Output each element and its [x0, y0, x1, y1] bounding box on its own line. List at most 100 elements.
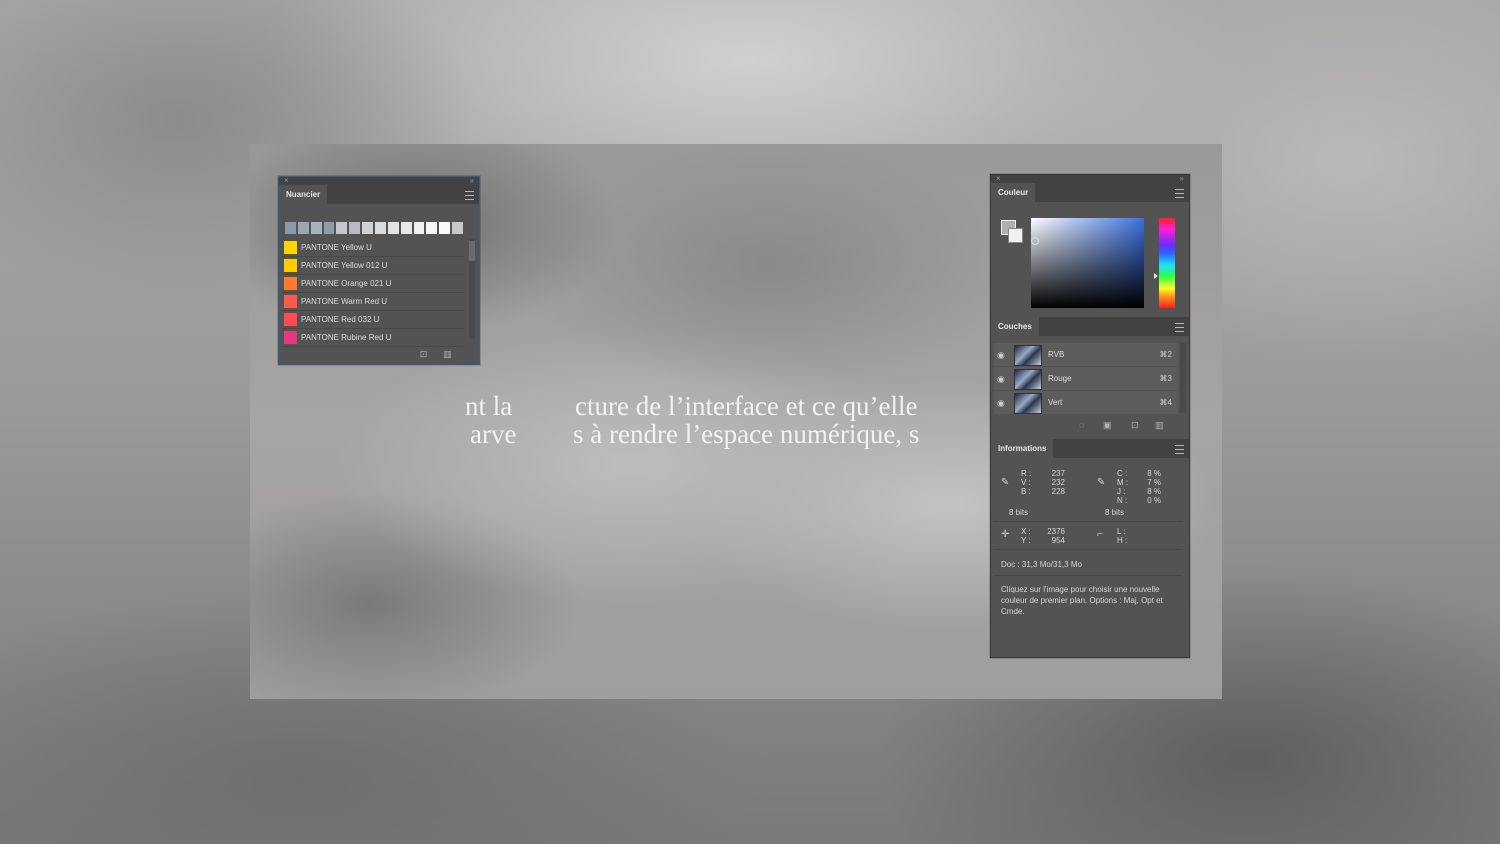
swatch-row[interactable]: PANTONE Orange 021 U [282, 275, 464, 293]
v-label: V : [1021, 478, 1031, 487]
channel-shortcut: ⌘3 [1159, 374, 1172, 383]
recent-swatch[interactable] [297, 222, 309, 234]
recent-swatch[interactable] [387, 222, 399, 234]
caption-line2-left: arve [470, 419, 517, 449]
close-icon[interactable]: × [284, 176, 289, 185]
background-color[interactable] [1008, 228, 1023, 243]
channel-row[interactable]: ◉ Rouge ⌘3 [994, 367, 1178, 390]
swatch-name: PANTONE Rubine Red U [301, 333, 392, 342]
c-label: C : [1117, 469, 1128, 478]
swatch-name: PANTONE Yellow U [301, 243, 372, 252]
tab-swatches[interactable]: Nuancier [279, 185, 328, 204]
eye-icon[interactable]: ◉ [997, 350, 1005, 361]
doc-size: Doc : 31,3 Mo/31,3 Mo [1001, 560, 1082, 569]
color-picker-area [991, 202, 1189, 312]
panel-footer: ⊡ ▥ [279, 346, 479, 364]
tab-channels[interactable]: Couches [991, 317, 1039, 336]
recent-swatch[interactable] [452, 222, 464, 234]
fg-bg-swatches[interactable] [1001, 220, 1023, 243]
recent-swatch[interactable] [323, 222, 335, 234]
channel-name: RVB [1048, 350, 1065, 359]
divider [994, 549, 1182, 550]
channel-row[interactable]: ◉ Vert ⌘4 [994, 391, 1178, 414]
channel-shortcut: ⌘4 [1159, 398, 1172, 407]
recent-swatch[interactable] [413, 222, 425, 234]
divider [994, 521, 1182, 522]
tab-color[interactable]: Couleur [991, 183, 1036, 202]
load-selection-icon[interactable]: ◌ [1079, 420, 1084, 430]
panel-menu-icon[interactable] [1175, 323, 1184, 332]
swatch-row[interactable]: PANTONE Red 032 U [282, 311, 464, 329]
channels-scrollbar[interactable] [1180, 343, 1186, 413]
b-value: 228 [1051, 487, 1065, 496]
info-tabrow: Informations [991, 439, 1189, 458]
divider [994, 575, 1182, 576]
panel-menu-icon[interactable] [465, 191, 474, 200]
x-label: X : [1021, 527, 1031, 536]
panel-menu-icon[interactable] [1175, 189, 1184, 198]
panel-tabrow: Nuancier [279, 185, 479, 204]
close-icon[interactable]: × [996, 174, 1001, 183]
caption-line2-right: s à rendre l’espace numérique, s [573, 419, 920, 449]
saturation-picker[interactable] [1031, 218, 1144, 308]
panel-topbar: × » [279, 176, 479, 185]
new-swatch-icon[interactable]: ⊡ [419, 350, 428, 359]
b-label: B : [1021, 487, 1031, 496]
scroll-thumb[interactable] [469, 241, 475, 261]
channels-list: ◉ RVB ⌘2 ◉ Rouge ⌘3 ◉ Vert ⌘4 [994, 343, 1178, 415]
layers-tabrow: Couches [991, 317, 1189, 336]
caption-line1-right: cture de l’interface et ce qu’elle [575, 391, 918, 421]
recent-swatch[interactable] [362, 222, 374, 234]
trash-icon[interactable]: ▥ [443, 350, 452, 359]
crosshair-icon: ✛ [1001, 529, 1010, 540]
recent-swatches-strip[interactable] [285, 222, 464, 234]
channel-thumbnail [1014, 345, 1042, 366]
channel-name: Rouge [1048, 374, 1072, 383]
cmyk-readout: C : 8 % M : 7 % J : 8 % N : 0 % [1117, 469, 1161, 505]
eye-icon[interactable]: ◉ [997, 398, 1005, 409]
r-label: R : [1021, 469, 1032, 478]
swatch-name: PANTONE Orange 021 U [301, 279, 392, 288]
recent-swatch[interactable] [336, 222, 348, 234]
tab-info[interactable]: Informations [991, 439, 1054, 458]
swatch-row[interactable]: PANTONE Rubine Red U [282, 329, 464, 347]
eyedropper-icon[interactable]: ✎ [1097, 477, 1105, 488]
swatch-row[interactable]: PANTONE Yellow U [282, 239, 464, 257]
recent-swatch[interactable] [400, 222, 412, 234]
eye-icon[interactable]: ◉ [997, 374, 1005, 385]
hue-arrow-icon[interactable] [1154, 273, 1158, 279]
recent-swatch[interactable] [349, 222, 361, 234]
recent-swatch[interactable] [426, 222, 438, 234]
eyedropper-icon[interactable]: ✎ [1001, 477, 1009, 488]
lh-readout: L : H : [1117, 527, 1131, 545]
new-channel-icon[interactable]: ⊡ [1131, 420, 1139, 431]
m-value: 7 % [1147, 478, 1161, 487]
swatch-chip [284, 259, 297, 272]
swatch-list: PANTONE Yellow U PANTONE Yellow 012 U PANT… [282, 239, 464, 347]
recent-swatch[interactable] [375, 222, 386, 234]
channel-thumbnail [1014, 369, 1042, 390]
channel-name: Vert [1048, 398, 1063, 407]
c-value: 8 % [1147, 469, 1161, 478]
swatch-name: PANTONE Red 032 U [301, 315, 380, 324]
recent-swatch[interactable] [439, 222, 451, 234]
recent-swatch[interactable] [285, 222, 296, 234]
j-label: J : [1117, 487, 1126, 496]
recent-swatch[interactable] [310, 222, 322, 234]
swatches-panel: × » Nuancier PANTONE Yellow U PANTONE Yel… [278, 176, 480, 365]
channel-row[interactable]: ◉ RVB ⌘2 [994, 343, 1178, 366]
swatch-chip [284, 241, 297, 254]
n-value: 0 % [1147, 496, 1161, 505]
save-selection-icon[interactable]: ▣ [1103, 420, 1112, 431]
trash-icon[interactable]: ▥ [1155, 420, 1164, 431]
m-label: M : [1117, 478, 1129, 487]
caption-line1-left: nt la [465, 391, 513, 421]
collapse-icon[interactable]: » [1180, 174, 1184, 183]
swatch-scrollbar[interactable] [469, 239, 475, 339]
collapse-icon[interactable]: » [470, 176, 474, 185]
panel-menu-icon[interactable] [1175, 445, 1184, 454]
picker-cursor[interactable] [1031, 237, 1039, 245]
swatch-row[interactable]: PANTONE Warm Red U [282, 293, 464, 311]
hue-slider[interactable] [1159, 218, 1175, 308]
swatch-row[interactable]: PANTONE Yellow 012 U [282, 257, 464, 275]
